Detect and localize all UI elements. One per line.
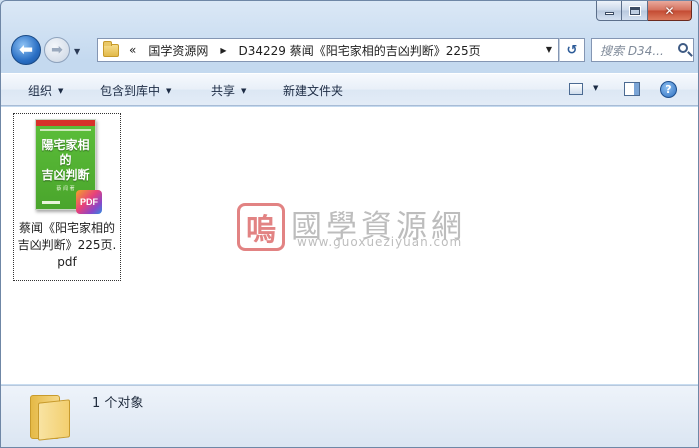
minimize-icon — [604, 12, 614, 15]
breadcrumb-separator-icon[interactable]: ▶ — [220, 46, 226, 55]
close-icon: ✕ — [664, 3, 675, 18]
explorer-window: ✕ ⬅ ➡ ▼ « 国学资源网 ▶ D34229 蔡闻《阳宅家相的吉凶判断》22… — [0, 0, 699, 448]
preview-pane-icon[interactable] — [624, 82, 640, 96]
organize-label: 组织 — [28, 84, 53, 98]
cover-rule — [40, 129, 91, 131]
minimize-button[interactable] — [596, 1, 622, 21]
refresh-button[interactable]: ↺ — [559, 38, 585, 62]
address-bar[interactable]: « 国学资源网 ▶ D34229 蔡闻《阳宅家相的吉凶判断》225页 ▼ — [97, 38, 559, 62]
change-view-icon[interactable] — [569, 83, 583, 95]
include-in-library-label: 包含到库中 — [100, 84, 161, 98]
close-button[interactable]: ✕ — [648, 1, 692, 21]
chevron-down-icon: ▼ — [241, 87, 247, 95]
cover-top-band — [36, 120, 95, 126]
folder-large-icon — [30, 395, 70, 441]
forward-button[interactable]: ➡ — [44, 37, 70, 63]
cover-title-text: 陽宅家相 的 吉凶判断 — [41, 138, 90, 182]
details-pane: 1 个对象 — [1, 385, 698, 447]
cover-title: 陽宅家相 的 吉凶判断 — [36, 138, 95, 183]
share-label: 共享 — [211, 84, 236, 98]
maximize-icon — [628, 5, 641, 16]
search-input[interactable]: 搜索 D34... — [591, 38, 694, 62]
pdf-badge-icon: PDF — [76, 190, 102, 214]
address-dropdown-icon[interactable]: ▼ — [546, 45, 552, 54]
watermark-url: www.guoxueziyuan.com — [297, 235, 463, 249]
back-arrow-icon: ⬅ — [18, 40, 34, 60]
include-in-library-menu[interactable]: 包含到库中 ▼ — [100, 82, 171, 99]
breadcrumb-item-current[interactable]: D34229 蔡闻《阳宅家相的吉凶判断》225页 — [239, 42, 481, 59]
chevron-down-icon: ▼ — [166, 87, 172, 95]
recent-pages-dropdown-icon[interactable]: ▼ — [74, 47, 80, 56]
search-icon — [678, 43, 688, 53]
organize-menu[interactable]: 组织 ▼ — [28, 82, 63, 99]
caption-buttons: ✕ — [596, 1, 692, 21]
item-count: 1 个对象 — [92, 396, 144, 411]
breadcrumb-item[interactable]: 国学资源网 — [148, 42, 208, 59]
navigation-row: ⬅ ➡ ▼ « 国学资源网 ▶ D34229 蔡闻《阳宅家相的吉凶判断》225页… — [7, 33, 694, 67]
watermark-seal-logo: 嗚 — [237, 203, 285, 251]
share-menu[interactable]: 共享 ▼ — [211, 82, 246, 99]
maximize-button[interactable] — [622, 1, 648, 21]
new-folder-label: 新建文件夹 — [283, 84, 344, 98]
help-icon[interactable]: ? — [660, 81, 677, 98]
search-placeholder: 搜索 D34... — [600, 43, 664, 58]
folder-icon — [103, 40, 119, 57]
view-options-dropdown-icon[interactable]: ▼ — [593, 84, 598, 92]
back-button[interactable]: ⬅ — [11, 35, 41, 65]
file-list[interactable]: 陽宅家相 的 吉凶判断 蔡 闻 著 PDF 蔡闻《阳宅家相的吉凶判断》225页.… — [1, 107, 698, 384]
forward-arrow-icon: ➡ — [51, 42, 63, 58]
command-bar: 组织 ▼ 包含到库中 ▼ 共享 ▼ 新建文件夹 ▼ ? — [1, 73, 698, 106]
file-name-label: 蔡闻《阳宅家相的吉凶判断》225页.pdf — [17, 221, 117, 269]
cover-footer — [42, 201, 60, 204]
file-item-pdf[interactable]: 陽宅家相 的 吉凶判断 蔡 闻 著 PDF 蔡闻《阳宅家相的吉凶判断》225页.… — [13, 113, 121, 281]
breadcrumb-overflow-icon[interactable]: « — [129, 43, 136, 57]
refresh-icon: ↺ — [566, 42, 578, 58]
chevron-down-icon: ▼ — [58, 87, 64, 95]
folder-front — [38, 399, 70, 441]
new-folder-button[interactable]: 新建文件夹 — [283, 82, 343, 99]
